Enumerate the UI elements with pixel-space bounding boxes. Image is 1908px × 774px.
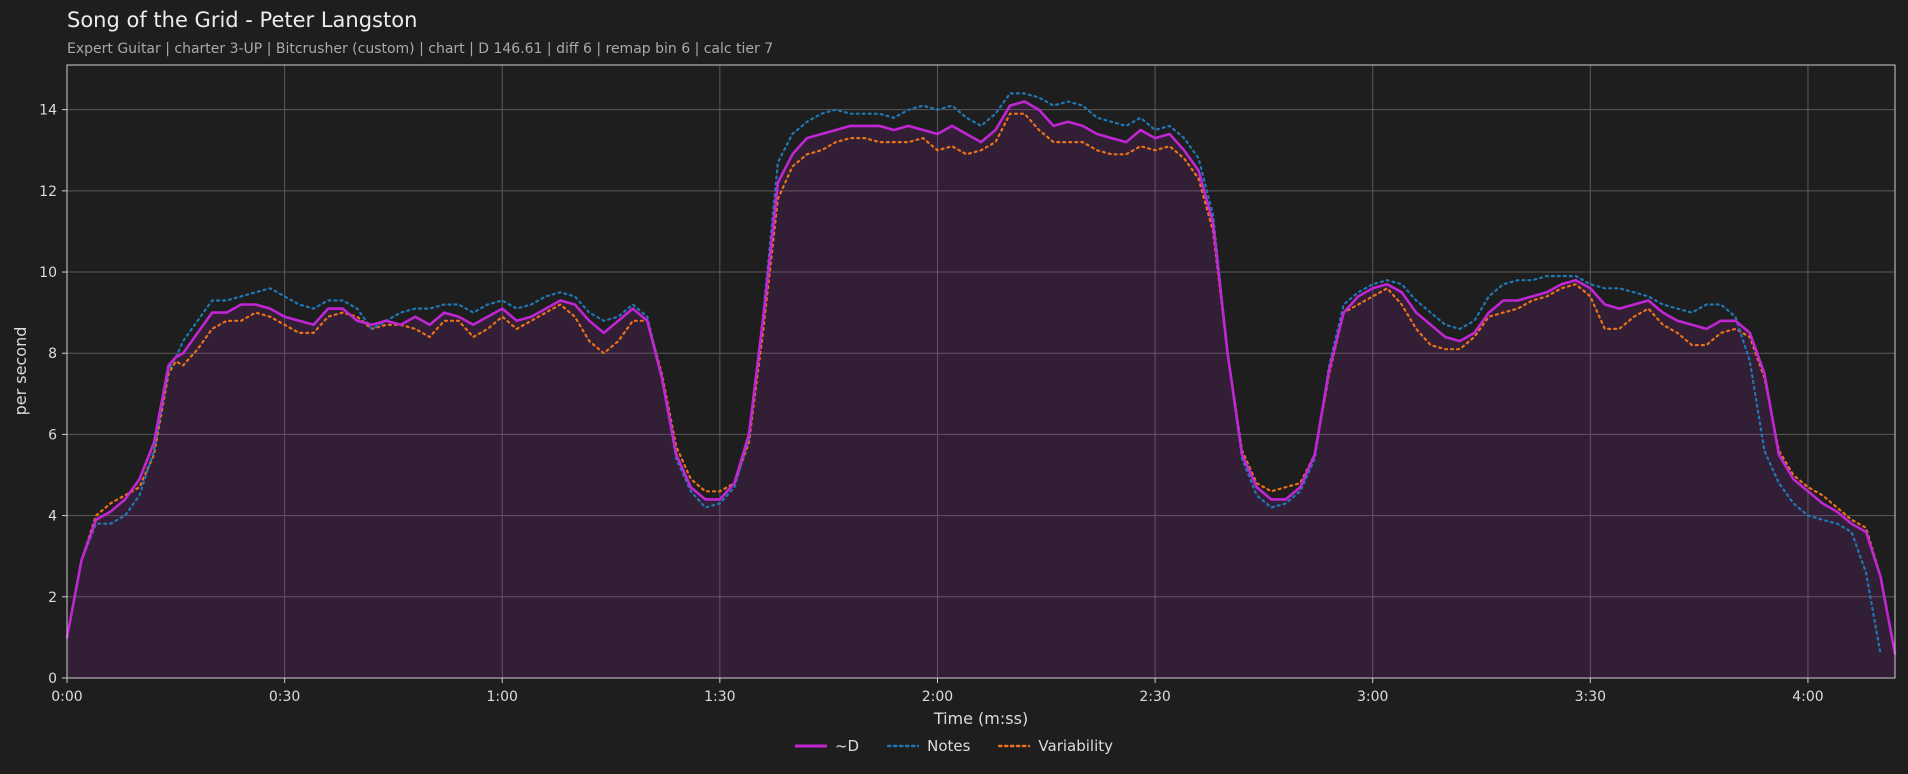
legend-item-notes: Notes <box>887 737 970 755</box>
legend-label-d: ~D <box>834 737 860 755</box>
x-tick-label: 0:30 <box>269 689 300 705</box>
legend-label-notes: Notes <box>927 737 971 755</box>
x-axis-label: Time (m:ss) <box>933 709 1028 728</box>
y-axis-ticks: 0 2 4 6 8 10 12 14 <box>39 103 67 687</box>
y-tick-label: 4 <box>48 509 57 525</box>
x-tick-label: 1:00 <box>487 689 518 705</box>
y-tick-label: 14 <box>39 103 57 119</box>
x-tick-label: 3:00 <box>1357 689 1388 705</box>
chart-canvas: 0:00 0:30 1:00 1:30 2:00 2:30 3:00 3:30 4:00 0 2 4… <box>11 64 1897 728</box>
y-tick-label: 6 <box>48 427 57 443</box>
x-tick-label: 3:30 <box>1575 689 1606 705</box>
y-tick-label: 0 <box>48 671 57 687</box>
legend-swatch-d <box>794 744 827 748</box>
y-tick-label: 10 <box>39 265 57 281</box>
y-tick-label: 2 <box>48 590 57 606</box>
y-axis-label: per second <box>11 327 30 416</box>
x-tick-label: 1:30 <box>704 689 735 705</box>
x-tick-label: 4:00 <box>1792 689 1823 705</box>
legend-item-variability: Variability <box>998 737 1113 755</box>
x-tick-label: 2:30 <box>1139 689 1170 705</box>
y-tick-label: 8 <box>48 346 57 362</box>
legend-swatch-variability <box>998 744 1031 748</box>
x-tick-label: 2:00 <box>922 689 953 705</box>
y-tick-label: 12 <box>39 184 57 200</box>
x-axis-ticks: 0:00 0:30 1:00 1:30 2:00 2:30 3:00 3:30 4:00 <box>51 678 1824 705</box>
x-tick-label: 0:00 <box>51 689 82 705</box>
legend-item-d: ~D <box>794 737 860 755</box>
legend-label-variability: Variability <box>1038 737 1114 755</box>
legend-swatch-notes <box>887 744 920 748</box>
legend: ~D Notes Variability <box>0 737 1908 755</box>
